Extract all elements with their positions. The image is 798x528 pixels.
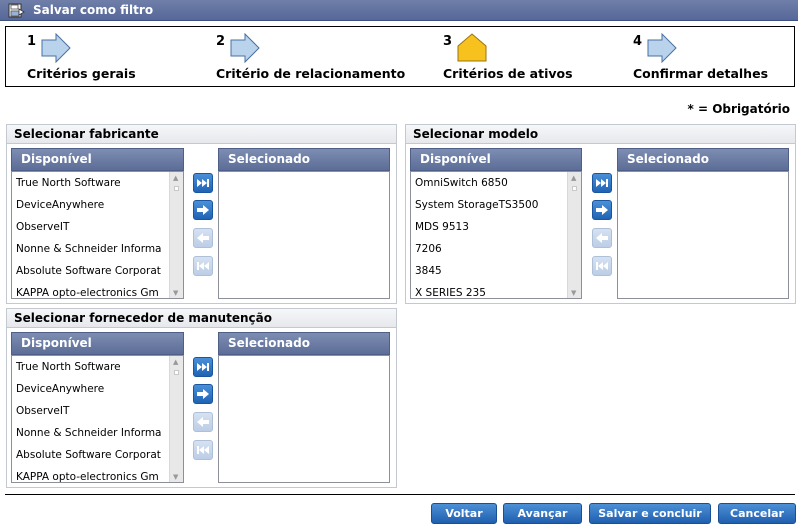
list-item[interactable]: System StorageTS3500 (411, 194, 581, 216)
list-item[interactable]: Absolute Software Corporat (12, 444, 183, 466)
list-item[interactable]: Nonne & Schneider Informa (12, 422, 183, 444)
wizard-step-1[interactable]: 1 Critérios gerais (27, 27, 207, 86)
cancel-button[interactable]: Cancelar (718, 503, 796, 524)
remove-all-button[interactable] (193, 440, 213, 460)
remove-selected-button[interactable] (193, 228, 213, 248)
panel-title: Selecionar fornecedor de manutenção (7, 309, 396, 328)
double-arrow-left-icon (197, 446, 209, 454)
add-all-button[interactable] (193, 173, 213, 193)
scroll-down-icon[interactable]: ▼ (173, 473, 178, 481)
next-button[interactable]: Avançar (503, 503, 582, 524)
required-note: * = Obrigatório (687, 102, 790, 116)
list-item[interactable]: MDS 9513 (411, 216, 581, 238)
supplier-selected-list[interactable] (218, 355, 390, 483)
back-button[interactable]: Voltar (431, 503, 497, 524)
scroll-up-icon[interactable]: ▲ (173, 358, 178, 366)
step-number: 2 (216, 34, 226, 49)
remove-selected-button[interactable] (193, 412, 213, 432)
list-item[interactable]: Absolute Software Corporat (12, 260, 183, 282)
scroll-up-icon[interactable]: ▲ (571, 174, 576, 182)
selected-header: Selecionado (617, 148, 789, 171)
available-header: Disponível (11, 332, 184, 355)
list-item[interactable]: 7206 (411, 238, 581, 260)
panel-title: Selecionar modelo (406, 125, 795, 144)
save-filter-icon (8, 3, 25, 17)
scroll-thumb[interactable] (572, 186, 577, 191)
scrollbar[interactable]: ▲ ▼ (169, 172, 183, 298)
window-titlebar: Salvar como filtro (0, 0, 798, 21)
scroll-down-icon[interactable]: ▼ (173, 289, 178, 297)
model-available-list[interactable]: OmniSwitch 6850 System StorageTS3500 MDS… (410, 171, 582, 299)
step-arrow-icon (230, 33, 260, 63)
remove-all-button[interactable] (193, 256, 213, 276)
list-item[interactable]: DeviceAnywhere (12, 378, 183, 400)
supplier-available-list[interactable]: True North Software DeviceAnywhere Obser… (11, 355, 184, 483)
double-arrow-right-icon (596, 179, 608, 187)
footer-divider (5, 494, 795, 495)
arrow-left-icon (197, 417, 209, 427)
scrollbar[interactable]: ▲ ▼ (169, 356, 183, 482)
add-selected-button[interactable] (193, 384, 213, 404)
double-arrow-left-icon (596, 262, 608, 270)
manufacturer-available-list[interactable]: True North Software DeviceAnywhere Obser… (11, 171, 184, 299)
scroll-thumb[interactable] (174, 370, 179, 375)
available-header: Disponível (410, 148, 582, 171)
add-all-button[interactable] (592, 173, 612, 193)
arrow-right-icon (596, 205, 608, 215)
selected-header: Selecionado (218, 148, 390, 171)
available-header: Disponível (11, 148, 184, 171)
list-item[interactable]: KAPPA opto-electronics Gm (12, 282, 183, 298)
remove-all-button[interactable] (592, 256, 612, 276)
list-item[interactable]: DeviceAnywhere (12, 194, 183, 216)
double-arrow-left-icon (197, 262, 209, 270)
list-item[interactable]: OmniSwitch 6850 (411, 172, 581, 194)
add-selected-button[interactable] (592, 200, 612, 220)
list-item[interactable]: ObserveIT (12, 216, 183, 238)
scroll-down-icon[interactable]: ▼ (571, 289, 576, 297)
step-label: Critérios gerais (27, 66, 136, 81)
step-number: 4 (633, 34, 643, 49)
step-label: Confirmar detalhes (633, 66, 769, 81)
double-arrow-right-icon (197, 363, 209, 371)
arrow-right-icon (197, 389, 209, 399)
step-number: 3 (443, 34, 453, 49)
double-arrow-right-icon (197, 179, 209, 187)
list-item[interactable]: ObserveIT (12, 400, 183, 422)
list-item[interactable]: KAPPA opto-electronics Gm (12, 466, 183, 482)
add-all-button[interactable] (193, 357, 213, 377)
step-number: 1 (27, 34, 37, 49)
panel-title: Selecionar fabricante (7, 125, 396, 144)
step-arrow-icon (41, 33, 71, 63)
arrow-right-icon (197, 205, 209, 215)
selected-header: Selecionado (218, 332, 390, 355)
scroll-thumb[interactable] (174, 186, 179, 191)
list-item[interactable]: True North Software (12, 172, 183, 194)
scrollbar[interactable]: ▲ ▼ (567, 172, 581, 298)
step-label: Critérios de ativos (443, 66, 573, 81)
wizard-steps: 1 Critérios gerais 2 Critério de relacio… (5, 26, 795, 87)
list-item[interactable]: True North Software (12, 356, 183, 378)
wizard-step-2[interactable]: 2 Critério de relacionamento (216, 27, 416, 86)
arrow-left-icon (596, 233, 608, 243)
save-and-finish-button[interactable]: Salvar e concluir (589, 503, 711, 524)
add-selected-button[interactable] (193, 200, 213, 220)
arrow-left-icon (197, 233, 209, 243)
list-item[interactable]: Nonne & Schneider Informa (12, 238, 183, 260)
wizard-step-3[interactable]: 3 Critérios de ativos (443, 27, 613, 86)
list-item[interactable]: 3845 (411, 260, 581, 282)
step-label: Critério de relacionamento (216, 66, 406, 81)
model-selected-list[interactable] (617, 171, 789, 299)
scroll-up-icon[interactable]: ▲ (173, 174, 178, 182)
step-current-arrow-icon (457, 33, 487, 62)
wizard-step-4[interactable]: 4 Confirmar detalhes (633, 27, 793, 86)
step-arrow-icon (647, 33, 677, 63)
window-title: Salvar como filtro (33, 3, 154, 17)
list-item[interactable]: X SERIES 235 (411, 282, 581, 298)
remove-selected-button[interactable] (592, 228, 612, 248)
manufacturer-selected-list[interactable] (218, 171, 390, 299)
